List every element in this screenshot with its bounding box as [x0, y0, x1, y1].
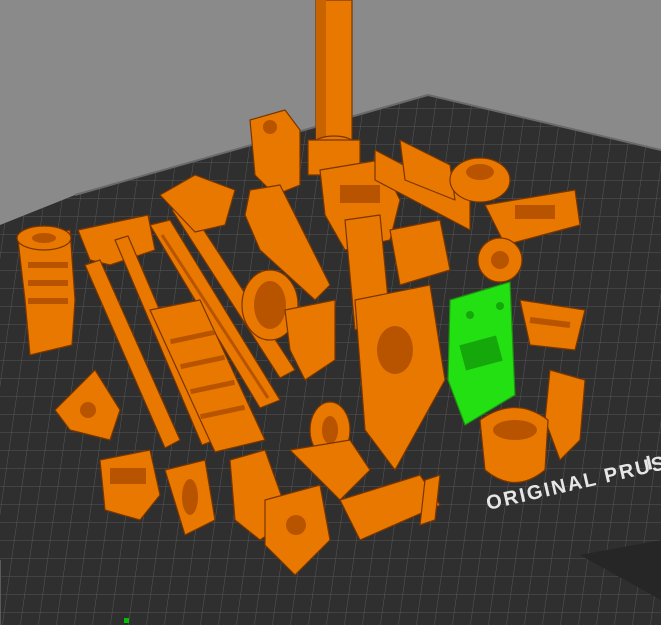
part-hotend-cover[interactable] — [449, 157, 511, 203]
part-tall-tube[interactable] — [307, 0, 361, 176]
part-spool-gear[interactable] — [477, 237, 523, 283]
3d-viewport[interactable]: ORIGINAL PRUSA I — [0, 0, 661, 625]
3d-scene[interactable]: ORIGINAL PRUSA I — [0, 0, 661, 625]
part-open-shroud[interactable] — [479, 407, 549, 483]
origin-marker — [124, 618, 129, 623]
